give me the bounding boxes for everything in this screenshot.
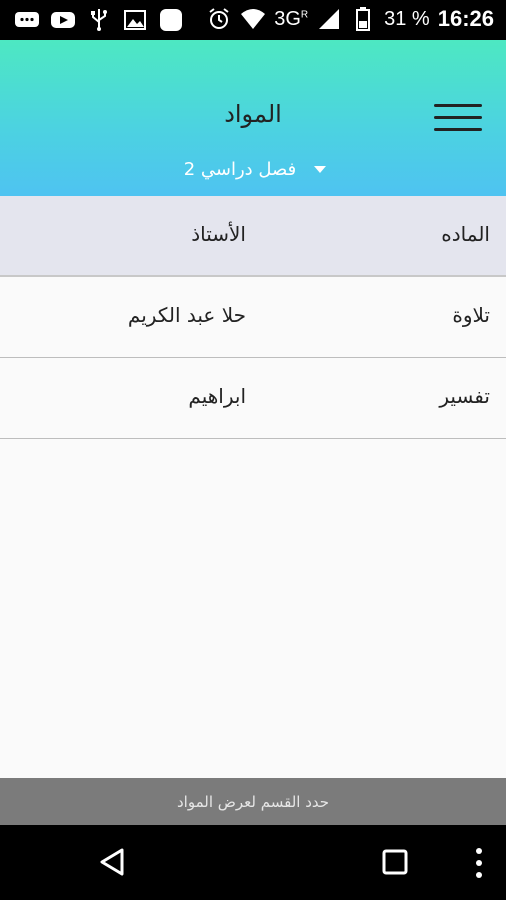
usb-icon	[86, 8, 112, 32]
navigation-bar	[0, 825, 506, 900]
image-icon	[122, 8, 148, 32]
back-icon[interactable]	[98, 847, 128, 877]
semester-dropdown[interactable]: فصل دراسي 2	[170, 154, 340, 184]
status-right-icons: 3GR 31 % 16:26	[206, 6, 494, 32]
more-options-icon[interactable]	[472, 847, 486, 879]
page-title: المواد	[224, 100, 282, 128]
column-header-subject: الماده	[441, 222, 490, 246]
section-hint-banner: حدد القسم لعرض المواد	[0, 778, 506, 825]
recent-apps-icon[interactable]	[382, 849, 408, 875]
clock: 16:26	[437, 6, 494, 31]
youtube-icon	[50, 8, 76, 32]
semester-label: فصل دراسي 2	[183, 158, 297, 180]
dropdown-caret-icon	[314, 165, 327, 173]
table-header: الماده الأستاذ	[0, 196, 506, 277]
hamburger-menu-icon[interactable]	[434, 100, 486, 136]
square-app-icon	[158, 8, 184, 32]
table-row[interactable]: تفسير ابراهيم	[0, 358, 506, 439]
teacher-cell: حلا عبد الكريم	[127, 303, 246, 327]
subject-cell: تفسير	[439, 384, 490, 408]
battery-icon	[350, 7, 376, 31]
network-type: 3GR	[274, 7, 309, 30]
messaging-icon	[14, 8, 40, 32]
signal-icon	[316, 7, 342, 31]
teacher-cell: ابراهيم	[188, 384, 246, 408]
status-bar: 3GR 31 % 16:26	[0, 0, 506, 40]
table-row[interactable]: تلاوة حلا عبد الكريم	[0, 277, 506, 358]
subject-cell: تلاوة	[452, 303, 490, 327]
wifi-icon	[240, 7, 266, 31]
app-header: المواد فصل دراسي 2	[0, 40, 506, 196]
column-header-teacher: الأستاذ	[191, 222, 246, 246]
battery-percent: 31 %	[384, 7, 430, 30]
status-left-icons	[14, 8, 184, 32]
alarm-icon	[206, 7, 232, 31]
